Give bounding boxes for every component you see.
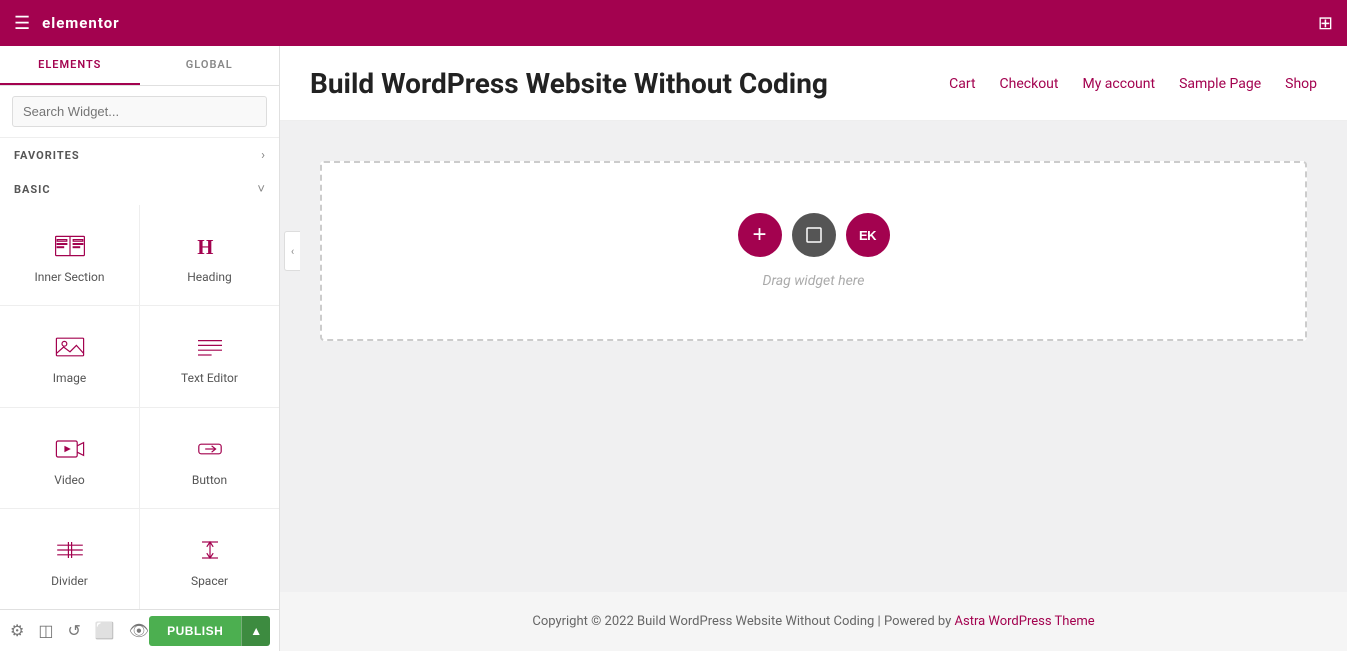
nav-cart[interactable]: Cart [949,76,975,92]
chevron-down-icon: ˅ [257,181,265,197]
divider-icon [54,534,86,566]
search-box [0,86,279,138]
image-icon [54,331,86,363]
heading-icon: H [194,230,226,262]
text-editor-icon [194,331,226,363]
inner-section-icon [54,230,86,262]
top-bar: ☰ elementor ⊞ [0,0,1347,46]
publish-button[interactable]: PUBLISH [149,616,241,646]
nav-checkout[interactable]: Checkout [1000,76,1059,92]
settings-icon[interactable]: ⚙ [10,621,24,640]
sidebar: ELEMENTS GLOBAL FAVORITES › BASIC ˅ [0,46,280,651]
main-layout: ELEMENTS GLOBAL FAVORITES › BASIC ˅ [0,46,1347,651]
responsive-icon[interactable]: ⬜ [95,621,115,640]
divider-label: Divider [51,574,88,588]
widget-divider[interactable]: Divider [0,509,139,609]
grid-icon[interactable]: ⊞ [1318,13,1333,34]
widget-image[interactable]: Image [0,306,139,406]
favorites-label: FAVORITES [14,149,80,162]
sidebar-tabs: ELEMENTS GLOBAL [0,46,279,86]
spacer-icon [194,534,226,566]
image-label: Image [53,371,86,385]
bottom-tools: ⚙ ◫ ↺ ⬜ 👁 [10,621,149,640]
page-header: Build WordPress Website Without Coding C… [280,46,1347,121]
button-label: Button [192,473,227,487]
tab-global[interactable]: GLOBAL [140,46,280,85]
widget-spacer[interactable]: Spacer [140,509,279,609]
publish-group: PUBLISH ▲ [149,616,270,646]
nav-shop[interactable]: Shop [1285,76,1317,92]
favorites-section-header[interactable]: FAVORITES › [0,138,279,171]
chevron-right-icon: › [261,148,265,163]
elementor-logo: elementor [42,14,120,32]
drag-buttons: + EK [738,213,890,257]
text-editor-label: Text Editor [181,371,238,385]
publish-arrow-button[interactable]: ▲ [241,616,270,646]
heading-label: Heading [187,270,232,284]
video-icon [54,433,86,465]
footer-link[interactable]: Astra WordPress Theme [955,614,1095,629]
widget-button[interactable]: Button [140,408,279,508]
page-footer: Copyright © 2022 Build WordPress Website… [280,592,1347,651]
page-title: Build WordPress Website Without Coding [310,66,828,102]
layers-icon[interactable]: ◫ [38,621,53,640]
drag-section-wrapper: + EK Drag widget here ‹ [300,141,1327,361]
spacer-label: Spacer [191,574,228,588]
basic-section-header[interactable]: BASIC ˅ [0,171,279,205]
bottom-toolbar: ⚙ ◫ ↺ ⬜ 👁 PUBLISH ▲ [0,609,279,651]
button-icon [194,433,226,465]
widget-heading[interactable]: H Heading [140,205,279,305]
layout-button[interactable] [792,213,836,257]
tab-elements[interactable]: ELEMENTS [0,46,140,85]
nav-sample[interactable]: Sample Page [1179,76,1261,92]
svg-text:H: H [197,236,213,259]
history-icon[interactable]: ↺ [67,621,80,640]
widgets-grid: Inner Section H Heading Image [0,205,279,609]
collapse-handle[interactable]: ‹ [284,231,300,271]
canvas: Build WordPress Website Without Coding C… [280,46,1347,651]
hamburger-icon[interactable]: ☰ [14,13,30,34]
ek-button[interactable]: EK [846,213,890,257]
drag-section[interactable]: + EK Drag widget here [320,161,1307,341]
inner-section-label: Inner Section [34,270,104,284]
nav-myaccount[interactable]: My account [1082,76,1155,92]
add-widget-button[interactable]: + [738,213,782,257]
drag-hint: Drag widget here [763,273,865,289]
search-input[interactable] [12,96,267,127]
preview-icon[interactable]: 👁 [129,621,149,640]
widget-video[interactable]: Video [0,408,139,508]
video-label: Video [54,473,85,487]
footer-text: Copyright © 2022 Build WordPress Website… [532,614,954,629]
widget-text-editor[interactable]: Text Editor [140,306,279,406]
nav-links: Cart Checkout My account Sample Page Sho… [949,76,1317,92]
basic-label: BASIC [14,183,51,196]
widget-inner-section[interactable]: Inner Section [0,205,139,305]
